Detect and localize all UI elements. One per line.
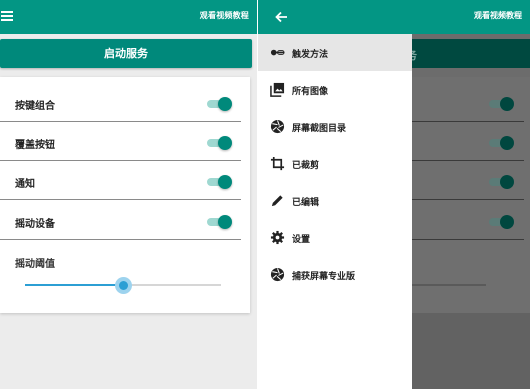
notification-toggle[interactable] <box>205 175 232 189</box>
setting-row-shake-device[interactable]: 摇动设备 <box>0 202 241 240</box>
setting-row-notification[interactable]: 通知 <box>0 162 241 200</box>
drawer-screen: 观看视频教程 务 触发方法 <box>258 0 530 389</box>
drawer-item-label: 捕获屏幕专业版 <box>292 272 356 282</box>
drawer-item-cropped[interactable]: 已裁剪 <box>258 145 412 182</box>
drawer-item-label: 设置 <box>292 235 311 245</box>
navigation-drawer: 触发方法 所有图像 屏幕截图目录 已裁剪 已编辑 设置 捕获屏幕专业版 <box>258 34 412 389</box>
settings-card-dimmed <box>412 77 530 313</box>
drawer-item-label: 触发方法 <box>292 50 329 60</box>
drawer-item-settings[interactable]: 设置 <box>258 219 412 256</box>
overlay-button-toggle[interactable] <box>205 136 232 150</box>
drawer-item-label: 已裁剪 <box>292 161 320 171</box>
gear-icon <box>270 230 285 245</box>
pencil-icon <box>271 195 283 207</box>
dimmed-toggle <box>487 136 514 150</box>
drawer-item-trigger-method[interactable]: 触发方法 <box>258 34 412 71</box>
drawer-item-edited[interactable]: 已编辑 <box>258 182 412 219</box>
dimmed-row <box>412 162 524 200</box>
dimmed-row <box>412 202 524 240</box>
setting-row-overlay-button[interactable]: 覆盖按钮 <box>0 123 241 161</box>
app-bar: 观看视频教程 <box>0 0 257 34</box>
dimmed-slider-rail <box>412 284 486 286</box>
setting-label: 摇动设备 <box>15 219 55 230</box>
dimmed-row <box>412 84 524 122</box>
shake-threshold-label: 摇动阈值 <box>15 259 55 270</box>
dimmed-row <box>412 123 524 161</box>
drawer-item-capture-pro[interactable]: 捕获屏幕专业版 <box>258 256 412 293</box>
drawer-item-label: 已编辑 <box>292 198 320 208</box>
watch-tutorial-link[interactable]: 观看视频教程 <box>474 10 522 21</box>
shake-device-toggle[interactable] <box>205 215 232 229</box>
setting-label: 覆盖按钮 <box>15 140 55 151</box>
watch-tutorial-link[interactable]: 观看视频教程 <box>200 10 249 21</box>
drawer-item-screenshot-dir[interactable]: 屏幕截图目录 <box>258 108 412 145</box>
screen-root: 观看视频教程 启动服务 按键组合 覆盖按钮 通知 摇动设备 摇动阈值 观看视频教… <box>0 0 530 389</box>
app-bar: 观看视频教程 <box>258 0 530 34</box>
crop-icon <box>270 156 285 171</box>
main-screen: 观看视频教程 启动服务 按键组合 覆盖按钮 通知 摇动设备 摇动阈值 <box>0 0 257 389</box>
drawer-item-label: 屏幕截图目录 <box>292 124 347 134</box>
dimmed-toggle <box>487 215 514 229</box>
back-arrow-icon[interactable] <box>274 10 288 24</box>
shake-threshold-slider[interactable] <box>25 277 221 294</box>
slider-thumb[interactable] <box>119 281 128 290</box>
hamburger-menu-icon[interactable] <box>1 11 13 22</box>
start-service-button[interactable]: 启动服务 <box>0 39 252 68</box>
key-combo-toggle[interactable] <box>205 97 232 111</box>
photo-library-icon <box>270 82 285 97</box>
start-service-button-dimmed: 务 <box>406 39 530 68</box>
dimmed-toggle <box>487 175 514 189</box>
setting-row-key-combo[interactable]: 按键组合 <box>0 84 241 122</box>
dimmed-background <box>412 313 530 389</box>
setting-label: 通知 <box>15 179 35 190</box>
camera-aperture-icon <box>270 267 285 282</box>
setting-label: 按键组合 <box>15 101 55 112</box>
drawer-item-all-images[interactable]: 所有图像 <box>258 71 412 108</box>
toggle-icon <box>270 49 285 56</box>
drawer-item-label: 所有图像 <box>292 87 329 97</box>
camera-aperture-icon <box>270 119 285 134</box>
dimmed-toggle <box>487 97 514 111</box>
